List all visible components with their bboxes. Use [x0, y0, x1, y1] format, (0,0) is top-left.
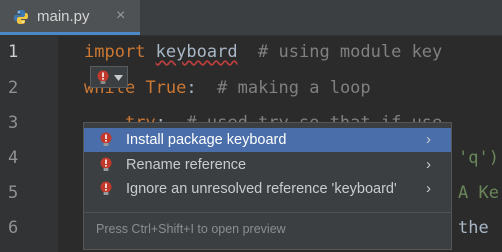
keyword: True — [145, 78, 187, 98]
popup-divider — [84, 212, 451, 213]
chevron-right-icon: › — [426, 131, 431, 148]
punctuation: : — [186, 78, 197, 98]
code-line-4-tail: 'q') — [458, 148, 499, 168]
menu-item-ignore-reference[interactable]: Ignore an unresolved reference 'keyboard… — [84, 177, 451, 201]
line-number: 2 — [8, 78, 19, 98]
line-number: 1 — [8, 42, 19, 62]
chevron-right-icon: › — [426, 156, 431, 173]
line-number: 3 — [8, 113, 19, 133]
preview-hint: Press Ctrl+Shift+I to open preview — [96, 222, 286, 236]
string: A Ke — [458, 183, 499, 203]
tab-main-py[interactable]: main.py × — [0, 0, 140, 35]
menu-item-install-package[interactable]: Install package keyboard › — [84, 128, 451, 152]
line-number: 6 — [8, 218, 19, 238]
error-bulb-icon — [100, 181, 112, 195]
code-line-6-tail: the — [458, 218, 489, 238]
keyword: import — [84, 42, 146, 62]
tab-label: main.py — [37, 8, 90, 25]
unresolved-reference[interactable]: keyboard — [156, 42, 238, 62]
code-text: the — [458, 218, 489, 238]
editor-tab-bar: main.py × — [0, 0, 502, 36]
code-line-1: import keyboard # using module key — [84, 42, 442, 62]
line-number-gutter: 1 2 3 4 5 6 — [0, 36, 75, 252]
error-bulb-icon — [97, 70, 109, 84]
menu-item-rename-reference[interactable]: Rename reference › — [84, 153, 451, 177]
error-bulb-icon — [100, 132, 112, 146]
menu-item-label: Install package keyboard — [126, 132, 287, 148]
intention-bulb-button[interactable] — [90, 66, 128, 88]
menu-item-label: Ignore an unresolved reference 'keyboard… — [126, 181, 397, 197]
error-bulb-icon — [100, 157, 112, 171]
line-number: 4 — [8, 148, 19, 168]
chevron-right-icon: › — [426, 180, 431, 197]
close-tab-icon[interactable]: × — [116, 7, 125, 25]
line-number: 5 — [8, 183, 19, 203]
menu-item-label: Rename reference — [126, 157, 247, 173]
comment: # making a loop — [217, 78, 371, 98]
code-line-5-tail: A Ke — [458, 183, 499, 203]
string: 'q') — [458, 148, 499, 168]
intention-actions-popup: Install package keyboard › Rename refere… — [83, 122, 452, 250]
python-icon — [14, 10, 28, 24]
comment: # using module key — [258, 42, 443, 62]
chevron-down-icon — [114, 75, 123, 81]
